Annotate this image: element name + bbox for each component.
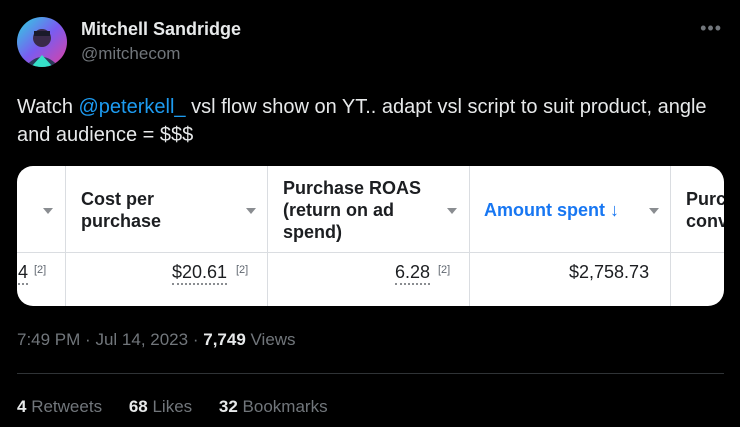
avatar[interactable]: [17, 17, 67, 67]
likes-stat[interactable]: 68 Likes: [129, 397, 192, 416]
column-divider: [65, 166, 66, 306]
retweets-count: 4: [17, 397, 27, 416]
header-purchase-conversion: Purc conv: [686, 188, 724, 232]
header-line: (return on ad: [283, 200, 394, 220]
cell-amount-spent: $2,758.73: [569, 262, 650, 282]
footnote-ref: [2]: [34, 264, 47, 276]
header-line: purchase: [81, 211, 162, 231]
likes-label: Likes: [152, 397, 193, 416]
separator-dot: ·: [85, 330, 91, 349]
cell-value: 4: [18, 262, 29, 285]
likes-count: 68: [128, 397, 148, 416]
header-line: Purc: [686, 189, 724, 209]
tweet-date[interactable]: Jul 14, 2023: [95, 330, 188, 349]
separator-dot: ·: [192, 330, 199, 349]
header-line: Cost per: [81, 189, 155, 209]
bookmarks-count: 32: [218, 397, 238, 416]
engagement-stats: 4 Retweets 68 Likes 32 Bookmarks: [17, 397, 350, 417]
tweet-text: Watch @peterkell_ vsl flow show on YT.. …: [17, 93, 732, 149]
header-line: spend): [283, 222, 343, 242]
divider: [17, 373, 724, 374]
column-divider: [670, 166, 671, 306]
header-cost-per-purchase: Cost per purchase: [81, 188, 161, 232]
sort-caret-icon: [447, 208, 457, 214]
retweets-label: Retweets: [31, 397, 103, 416]
bookmarks-stat[interactable]: 32 Bookmarks: [219, 397, 328, 416]
header-line: conv: [686, 211, 724, 231]
tweet-time[interactable]: 7:49 PM: [17, 330, 80, 349]
header-line: Purchase ROAS: [283, 178, 422, 198]
footnote-ref: [2]: [438, 264, 451, 276]
column-divider: [469, 166, 470, 306]
row-divider: [17, 252, 724, 253]
sort-caret-icon: [649, 208, 659, 214]
tweet-text-before: Watch: [17, 96, 79, 118]
sort-caret-icon: [43, 208, 53, 214]
media-image[interactable]: Cost per purchase Purchase ROAS (return …: [17, 166, 724, 306]
cell-cost-per-purchase: $20.61: [172, 262, 228, 285]
mention-link[interactable]: @peterkell_: [79, 96, 186, 118]
views-label: Views: [250, 330, 296, 349]
retweets-stat[interactable]: 4 Retweets: [17, 397, 102, 416]
cell-value: $20.61: [172, 262, 228, 285]
footnote-ref: [2]: [236, 264, 249, 276]
tweet-meta: 7:49 PM · Jul 14, 2023 · 7,749 Views: [17, 330, 296, 350]
bookmarks-label: Bookmarks: [242, 397, 328, 416]
header-purchase-roas: Purchase ROAS (return on ad spend): [283, 177, 421, 243]
views-count: 7,749: [203, 330, 246, 349]
more-dots-icon[interactable]: •••: [700, 18, 722, 39]
sort-caret-icon: [246, 208, 256, 214]
author-name[interactable]: Mitchell Sandridge: [81, 19, 241, 40]
author-handle[interactable]: @mitchecom: [81, 44, 180, 64]
column-divider: [267, 166, 268, 306]
header-amount-spent: Amount spent ↓: [484, 200, 619, 220]
cell-value: 6.28: [395, 262, 431, 285]
cell-partial-first: 4: [18, 262, 29, 285]
cell-purchase-roas: 6.28: [395, 262, 431, 285]
